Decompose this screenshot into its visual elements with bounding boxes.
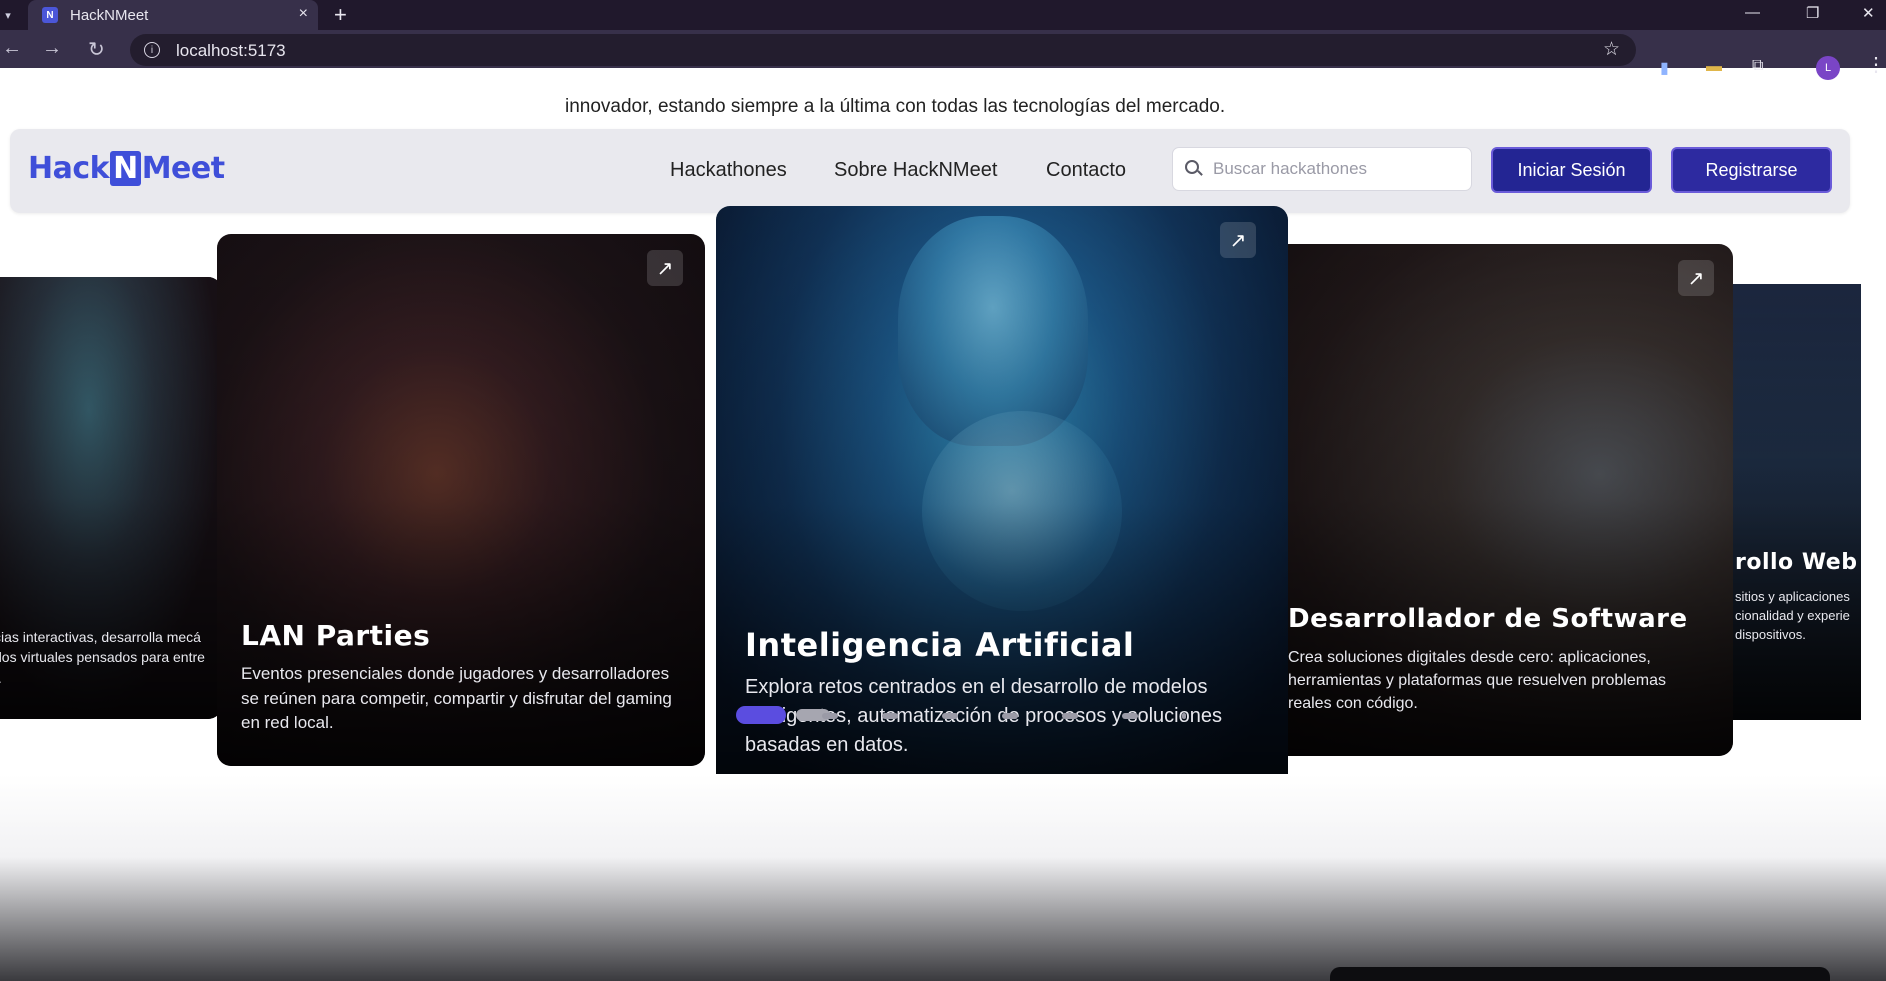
open-arrow-icon[interactable]: ↗ [647, 250, 683, 286]
card-description: sitios y aplicaciones cionalidad y exper… [1735, 589, 1850, 642]
extensions-puzzle-icon[interactable]: ⧉ [1752, 57, 1763, 75]
card-title: Inteligencia Artificial [745, 626, 1135, 664]
bottom-section [0, 774, 1886, 981]
card-description: cias interactivas, desarrolla mecá dos v… [0, 629, 205, 686]
extension-folder-icon[interactable]: ▬ [1706, 58, 1722, 76]
carousel-card-lan-parties[interactable]: ↗ LAN Parties Eventos presenciales donde… [217, 234, 705, 766]
reload-icon[interactable]: ↻ [88, 37, 105, 62]
carousel-card-web-development[interactable]: rollo Web sitios y aplicaciones cionalid… [1733, 284, 1861, 720]
favicon-icon: N [42, 7, 58, 23]
back-icon[interactable]: ← [2, 37, 22, 60]
nav-link-contacto[interactable]: Contacto [1046, 159, 1126, 182]
browser-menu-icon[interactable]: ⋮ [1866, 52, 1886, 77]
address-bar[interactable]: i localhost:5173 ☆ [130, 34, 1636, 66]
pagination-dot[interactable] [1122, 713, 1138, 719]
logo-text-n: N [110, 151, 141, 186]
tab-search-icon[interactable]: ▾ [0, 5, 16, 25]
bottom-dark-panel [1330, 967, 1830, 981]
carousel-card-software-developer[interactable]: ↗ Desarrollador de Software Crea solucio… [1288, 244, 1733, 756]
search-icon [1185, 160, 1199, 174]
nav-link-sobre[interactable]: Sobre HackNMeet [834, 159, 997, 182]
browser-toolbar: ← → ↻ i localhost:5173 ☆ [0, 30, 1886, 68]
card-title: LAN Parties [241, 619, 431, 652]
login-button[interactable]: Iniciar Sesión [1491, 147, 1652, 193]
intro-text: innovador, estando siempre a la última c… [565, 96, 1226, 117]
logo-text-meet: Meet [141, 151, 225, 186]
browser-tabbar: ▾ N HackNMeet × + — ❐ ✕ [0, 0, 1886, 30]
forward-icon[interactable]: → [42, 37, 62, 60]
logo-text-hack: Hack [28, 151, 110, 186]
open-arrow-icon[interactable]: ↗ [1678, 260, 1714, 296]
pagination-dot[interactable] [942, 713, 958, 719]
site-info-icon[interactable]: i [144, 42, 160, 58]
carousel-card-games[interactable]: cias interactivas, desarrolla mecá dos v… [0, 277, 222, 719]
card-title: Desarrollador de Software [1288, 604, 1688, 634]
open-arrow-icon[interactable]: ↗ [1220, 222, 1256, 258]
profile-avatar[interactable]: L [1816, 56, 1840, 80]
bookmark-star-icon[interactable]: ☆ [1603, 38, 1620, 61]
search-box [1172, 147, 1472, 191]
pagination-dot[interactable] [1182, 713, 1186, 719]
register-button[interactable]: Registrarse [1671, 147, 1832, 193]
maximize-icon[interactable]: ❐ [1806, 4, 1819, 22]
minimize-icon[interactable]: — [1745, 4, 1760, 21]
new-tab-button[interactable]: + [334, 2, 347, 28]
nav-link-hackathones[interactable]: Hackathones [670, 159, 787, 182]
browser-tab[interactable]: N HackNMeet × [28, 0, 318, 30]
pagination-dot[interactable] [1062, 713, 1078, 719]
pagination-dot[interactable] [736, 706, 786, 724]
card-description: Crea soluciones digitales desde cero: ap… [1288, 649, 1666, 713]
card-title: rollo Web [1735, 550, 1858, 575]
page-content: innovador, estando siempre a la última c… [0, 94, 1886, 981]
card-description: Eventos presenciales donde jugadores y d… [241, 664, 672, 733]
pagination-dot[interactable] [1002, 713, 1018, 719]
extension-file-icon[interactable]: ▮ [1660, 58, 1669, 78]
site-navbar: Hack N Meet Hackathones Sobre HackNMeet Co… [10, 129, 1850, 213]
pagination-dot[interactable] [822, 713, 838, 719]
pagination-dot[interactable] [882, 713, 898, 719]
close-tab-icon[interactable]: × [299, 5, 308, 23]
search-input[interactable] [1213, 148, 1463, 190]
url-text[interactable]: localhost:5173 [176, 41, 286, 61]
hacknmeet-logo[interactable]: Hack N Meet [28, 151, 225, 186]
tab-title: HackNMeet [70, 7, 149, 24]
window-close-icon[interactable]: ✕ [1862, 4, 1875, 22]
